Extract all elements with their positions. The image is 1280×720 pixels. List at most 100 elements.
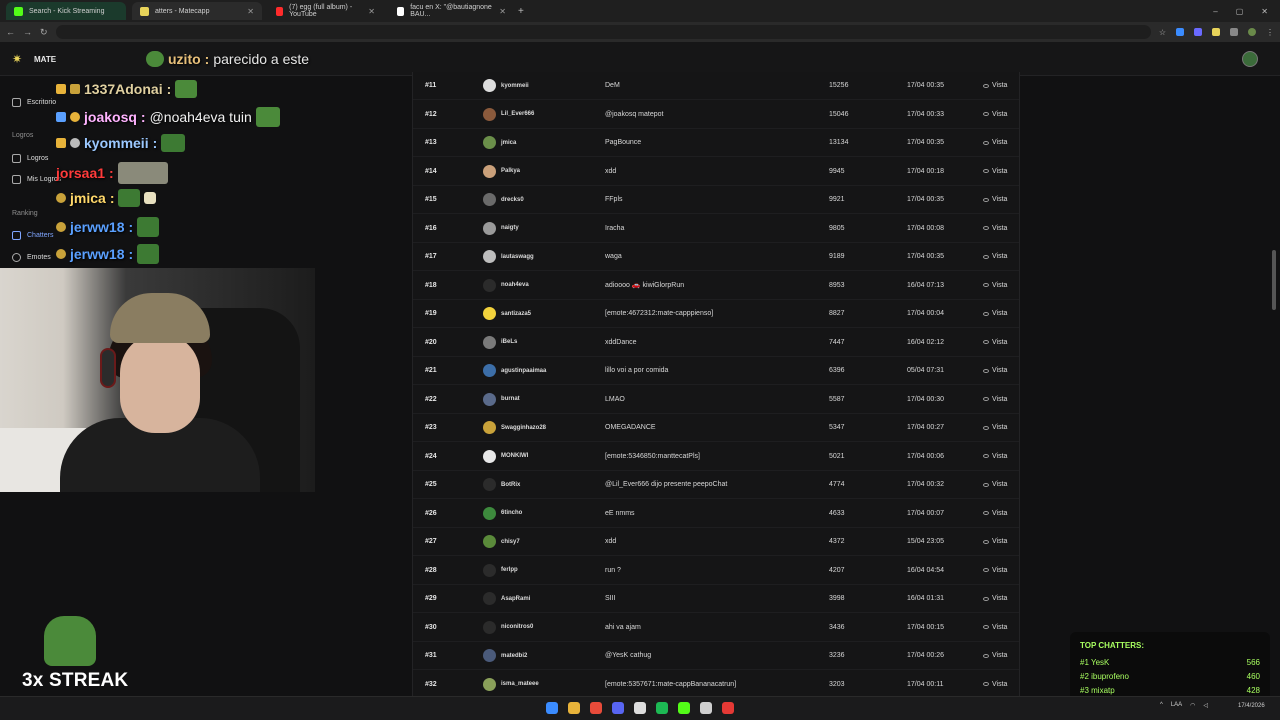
username-cell[interactable]: lautaswagg [501,254,534,260]
username-cell[interactable]: ferlpp [501,567,518,573]
avatar [483,364,496,377]
tab-kick[interactable]: Search - Kick Streaming [6,2,126,20]
view-button[interactable]: Vista [983,253,1007,260]
spotify-icon[interactable] [656,702,668,714]
username-cell[interactable]: santizaza5 [501,311,531,317]
reload-icon[interactable]: ↻ [40,27,48,38]
chevron-up-icon[interactable]: ^ [1160,702,1163,709]
username-cell[interactable]: Swagginhazo28 [501,425,546,431]
tab-x[interactable]: facu en X: "@bautiagnone BAU... ✕ [389,2,514,20]
profile-icon[interactable] [1248,27,1256,36]
tab-youtube[interactable]: (7) egg (full album) - YouTube ✕ [268,2,383,20]
chat-username: jerww18 [70,219,125,235]
username-cell[interactable]: agustinpaaimaa [501,368,546,374]
tab-matecapp[interactable]: atters - Matecapp ✕ [132,2,262,20]
view-button[interactable]: Vista [983,282,1007,289]
close-icon[interactable]: ✕ [499,7,506,16]
view-button[interactable]: Vista [983,82,1007,89]
maximize-button[interactable]: ▢ [1236,7,1244,16]
sidebar-item-escritorio[interactable]: Escritorio [12,98,56,107]
view-button[interactable]: Vista [983,168,1007,175]
new-tab-button[interactable]: + [518,6,524,17]
view-button[interactable]: Vista [983,225,1007,232]
view-button[interactable]: Vista [983,339,1007,346]
last-message-cell: [emote:5346850:manttecatPls] [605,452,700,460]
scrollbar[interactable] [1272,250,1276,310]
volume-icon[interactable]: ◁ [1203,702,1208,709]
view-button[interactable]: Vista [983,681,1007,688]
view-button[interactable]: Vista [983,481,1007,488]
username-cell[interactable]: Palkya [501,168,520,174]
extension-icon[interactable] [1212,27,1220,36]
discord-icon[interactable] [612,702,624,714]
username-cell[interactable]: burnat [501,396,520,402]
view-button[interactable]: Vista [983,111,1007,118]
extension-icon[interactable] [1194,27,1202,36]
username-cell[interactable]: 6tincho [501,510,522,516]
close-icon[interactable]: ✕ [247,7,254,16]
wifi-icon[interactable]: ◠ [1190,702,1195,709]
sidebar-item-chatters[interactable]: Chatters [12,231,53,240]
last-message-cell: @joakosq matepot [605,110,664,118]
view-button[interactable]: Vista [983,624,1007,631]
table-row: #13 jmica PagBounce 13134 17/04 00:35 Vista [413,129,1019,157]
view-button[interactable]: Vista [983,424,1007,431]
view-button[interactable]: Vista [983,567,1007,574]
view-button[interactable]: Vista [983,595,1007,602]
date-cell: 17/04 00:18 [907,167,944,175]
username-cell[interactable]: drecks0 [501,197,524,203]
view-button[interactable]: Vista [983,396,1007,403]
last-message-cell: PagBounce [605,139,642,146]
back-icon[interactable]: ← [6,27,15,37]
username-cell[interactable]: niconitros0 [501,624,533,630]
user-avatar[interactable] [1242,51,1258,67]
date-cell: 16/04 04:54 [907,566,944,574]
folder-icon[interactable] [568,702,580,714]
last-message-cell: xdd [605,538,617,545]
chrome-icon[interactable] [590,702,602,714]
view-button[interactable]: Vista [983,139,1007,146]
top-chatters-title: TOP CHATTERS: [1080,641,1145,650]
app-icon[interactable] [634,702,646,714]
sidebar-item-mis-logros[interactable]: Mis Logros [12,175,61,184]
username-cell[interactable]: Lil_Ever666 [501,111,534,117]
ccleaner-icon[interactable] [700,702,712,714]
username-cell[interactable]: matedbi2 [501,653,527,659]
username-cell[interactable]: MONKIWI [501,453,528,459]
windows-icon[interactable] [546,702,558,714]
view-button[interactable]: Vista [983,453,1007,460]
close-icon[interactable]: ✕ [368,7,375,16]
username-cell[interactable]: AsapRami [501,596,530,602]
minimize-button[interactable]: – [1213,7,1217,16]
sub-badge-icon [56,222,66,232]
menu-icon[interactable]: ⋮ [1266,28,1274,37]
view-label: Vista [992,509,1008,517]
language-indicator[interactable]: LAA [1171,702,1182,709]
opera-icon[interactable] [722,702,734,714]
view-button[interactable]: Vista [983,538,1007,545]
sidebar-item-logros[interactable]: Logros [12,154,48,163]
view-label: Vista [992,224,1008,232]
username-cell[interactable]: BotRix [501,482,520,488]
username-cell[interactable]: kyommeii [501,83,529,89]
url-field[interactable] [55,25,1151,39]
extension-icon[interactable] [1230,27,1238,36]
bookmark-star-icon[interactable]: ☆ [1159,28,1166,37]
extension-icon[interactable] [1176,27,1184,36]
username-cell[interactable]: naigty [501,225,519,231]
view-button[interactable]: Vista [983,652,1007,659]
forward-icon[interactable]: → [23,27,32,37]
username-cell[interactable]: jmica [501,140,516,146]
kick-icon[interactable] [678,702,690,714]
view-button[interactable]: Vista [983,510,1007,517]
close-window-button[interactable]: ✕ [1261,7,1268,16]
sidebar-item-emotes[interactable]: Emotes [12,253,51,262]
view-button[interactable]: Vista [983,310,1007,317]
view-button[interactable]: Vista [983,367,1007,374]
username-cell[interactable]: noah4eva [501,282,529,288]
clock[interactable]: 17/4/2026 [1238,703,1265,709]
username-cell[interactable]: chisy7 [501,539,520,545]
username-cell[interactable]: isma_mateee [501,681,539,687]
view-button[interactable]: Vista [983,196,1007,203]
username-cell[interactable]: iBeLs [501,339,517,345]
